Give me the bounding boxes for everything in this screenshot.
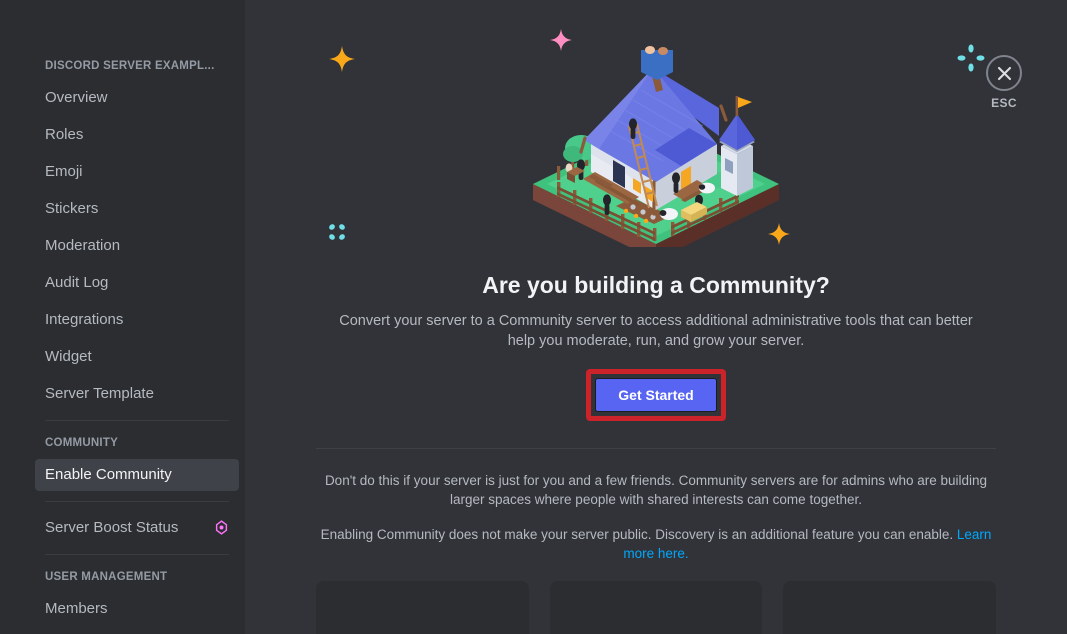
feature-card[interactable] [549,581,763,634]
sidebar-item-server-template[interactable]: Server Template [35,378,239,410]
content-divider [316,448,996,449]
sidebar-item-label: Roles [45,126,84,143]
get-started-highlight-box: Get Started [586,369,726,421]
cta-row: Get Started [316,369,996,421]
sidebar-item-moderation[interactable]: Moderation [35,230,239,262]
community-warning-note: Don't do this if your server is just for… [324,473,988,507]
sidebar-item-audit-log[interactable]: Audit Log [35,267,239,299]
sidebar-item-stickers[interactable]: Stickers [35,193,239,225]
sidebar-item-label: Emoji [45,163,83,180]
sidebar-item-label: Enable Community [45,466,172,483]
sidebar-divider [45,554,229,555]
hero-illustration-area [316,18,996,270]
sidebar-item-widget[interactable]: Widget [35,341,239,373]
sidebar-item-overview[interactable]: Overview [35,82,239,114]
get-started-button[interactable]: Get Started [595,378,717,412]
sidebar-item-invites[interactable]: Invites [35,630,239,634]
boost-gem-icon [215,520,228,535]
sidebar-item-enable-community[interactable]: Enable Community [35,459,239,491]
settings-window: DISCORD SERVER EXAMPL... Overview Roles … [0,0,1067,634]
settings-sidebar: DISCORD SERVER EXAMPL... Overview Roles … [0,0,245,634]
enable-community-panel: ESC Are you building a Community? Conver… [245,0,1067,634]
page-subtitle: Convert your server to a Community serve… [339,313,973,349]
sidebar-item-label: Moderation [45,237,121,254]
sidebar-item-label: Server Boost Status [45,519,179,536]
sidebar-item-integrations[interactable]: Integrations [35,304,239,336]
feature-card[interactable] [316,581,529,634]
sidebar-item-roles[interactable]: Roles [35,119,239,151]
close-x-icon [997,66,1011,80]
sidebar-divider [45,501,229,502]
sidebar-item-label: Members [45,600,108,617]
discovery-note-text: Enabling Community does not make your se… [320,527,957,542]
sidebar-item-server-boost-status[interactable]: Server Boost Status [35,512,239,544]
sidebar-item-label: Server Template [45,385,154,402]
page-title: Are you building a Community? [482,272,830,298]
discovery-note: Enabling Community does not make your se… [316,525,996,563]
sidebar-item-label: Overview [45,89,108,106]
sidebar-item-label: Widget [45,348,92,365]
server-name-header: DISCORD SERVER EXAMPL... [45,60,215,72]
feature-cards-row [316,581,997,634]
sidebar-item-label: Integrations [45,311,124,328]
isometric-village-illustration [533,46,779,247]
feature-card[interactable] [783,581,997,634]
sidebar-item-members[interactable]: Members [35,593,239,625]
panel-content: Are you building a Community? Convert yo… [316,0,997,634]
sidebar-item-label: Stickers [45,200,99,217]
sparkle-yellow-icon [329,46,355,72]
sparkle-cyan-burst-icon [957,44,985,72]
sidebar-item-label: Audit Log [45,274,109,291]
sidebar-divider [45,420,229,421]
user-management-section-header: USER MANAGEMENT [45,571,168,583]
sparkle-cyan-dots-icon [329,224,345,240]
sidebar-item-emoji[interactable]: Emoji [35,156,239,188]
community-section-header: COMMUNITY [45,437,118,449]
